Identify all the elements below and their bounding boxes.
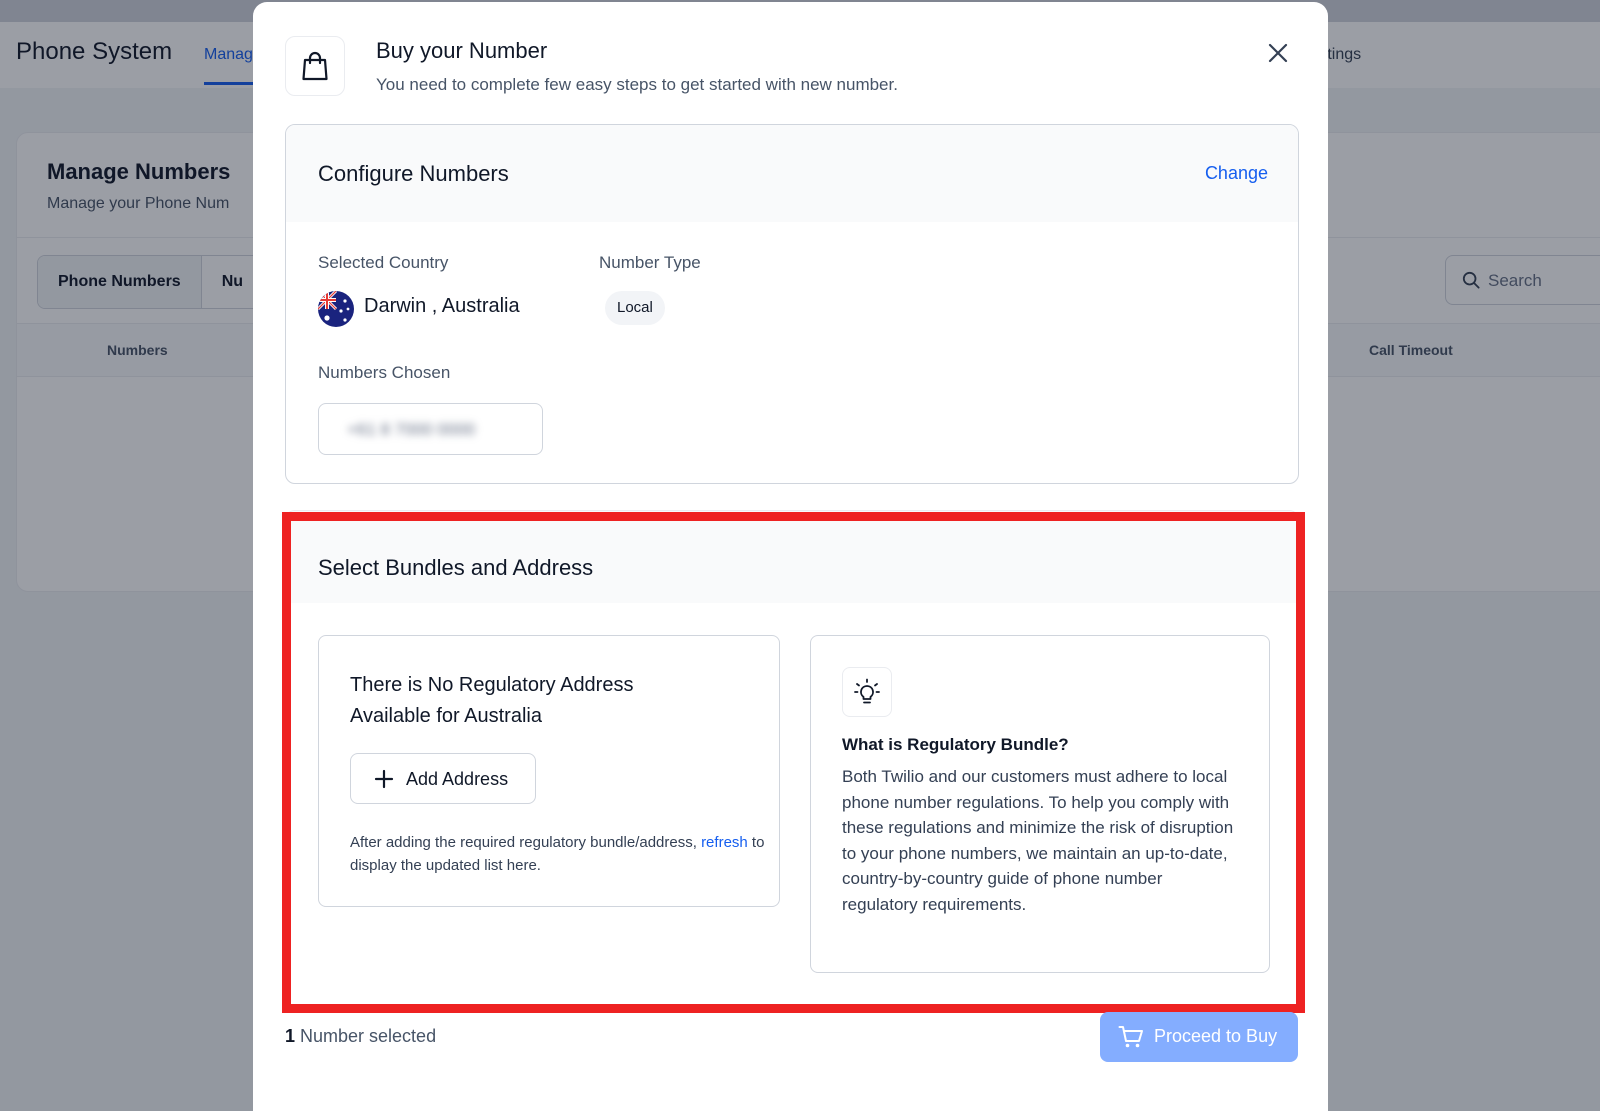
modal-subtitle: You need to complete few easy steps to g… (376, 75, 898, 94)
plus-icon (374, 769, 394, 789)
refresh-link[interactable]: refresh (701, 834, 748, 851)
selected-count: 1 Number selected (285, 1026, 436, 1047)
numbers-chosen-field: +61 8 7000 0000 (318, 403, 543, 455)
refresh-note: After adding the required regulatory bun… (350, 831, 770, 877)
bundles-address-section: Select Bundles and Address There is No R… (285, 510, 1299, 1010)
bundles-header: Select Bundles and Address (286, 511, 1298, 603)
no-address-title: There is No Regulatory Address Available… (350, 674, 634, 727)
chosen-number-value: +61 8 7000 0000 (347, 420, 476, 439)
numbers-chosen-label: Numbers Chosen (318, 363, 451, 382)
add-address-label: Add Address (406, 769, 509, 789)
selected-country-value: Darwin , Australia (364, 295, 520, 317)
regulatory-info-card: What is Regulatory Bundle? Both Twilio a… (810, 635, 1270, 973)
lightbulb-icon (854, 678, 880, 704)
australia-flag-icon (318, 291, 354, 327)
number-type-badge: Local (605, 291, 665, 325)
proceed-to-buy-label: Proceed to Buy (1154, 1026, 1278, 1046)
regulatory-info-title: What is Regulatory Bundle? (842, 735, 1069, 754)
cart-icon (1118, 1026, 1143, 1048)
bundles-title: Select Bundles and Address (318, 555, 594, 580)
modal-title: Buy your Number (376, 38, 548, 63)
selected-country-label: Selected Country (318, 253, 449, 272)
no-address-card: There is No Regulatory Address Available… (318, 635, 780, 907)
add-address-button[interactable]: Add Address (350, 753, 536, 804)
selected-count-label: Number selected (295, 1026, 437, 1046)
buy-number-modal: Buy your Number You need to complete few… (253, 2, 1328, 1111)
shopping-bag-icon (302, 51, 328, 81)
selected-count-number: 1 (285, 1026, 296, 1046)
lightbulb-icon-box (842, 667, 892, 717)
configure-numbers-section: Configure Numbers Change Selected Countr… (285, 124, 1299, 484)
configure-title: Configure Numbers (318, 161, 509, 186)
regulatory-info-body: Both Twilio and our customers must adher… (842, 767, 1234, 914)
bag-icon-box (285, 36, 345, 96)
configure-header: Configure Numbers Change (286, 125, 1298, 222)
number-type-label: Number Type (599, 253, 701, 272)
proceed-to-buy-button[interactable]: Proceed to Buy (1100, 1012, 1298, 1062)
change-link[interactable]: Change (1205, 163, 1268, 184)
note-text-before: After adding the required regulatory bun… (350, 834, 702, 851)
close-icon[interactable] (1265, 40, 1291, 66)
